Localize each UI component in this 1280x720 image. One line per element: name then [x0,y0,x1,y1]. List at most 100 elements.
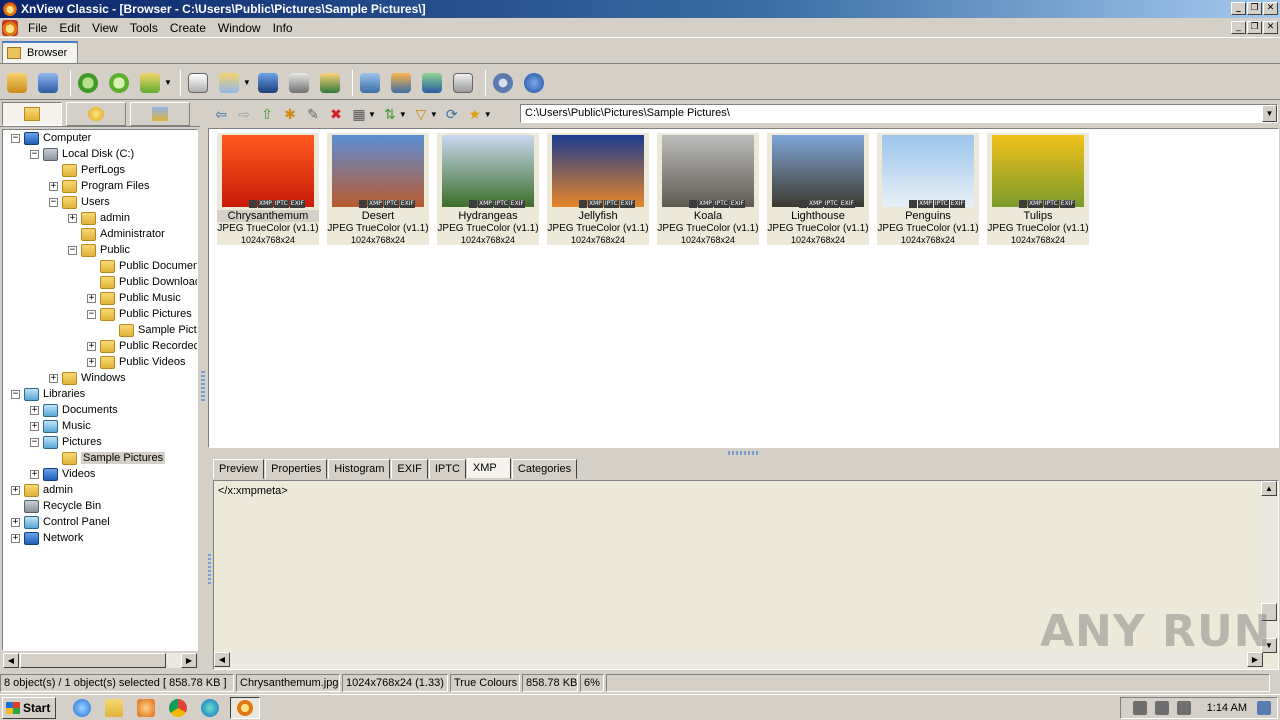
thumbnail-item[interactable]: XMP IPTC EXIF Hydrangeas JPEG TrueColor (v1.… [437,133,539,245]
tab-preview[interactable]: Preview [213,459,265,479]
tab-histogram[interactable]: Histogram [328,459,391,479]
tree-node[interactable]: + Public Recorded TV [87,338,197,354]
tree-node[interactable]: − Computer [11,130,91,146]
thumbnail-view[interactable]: XMP IPTC EXIF Chrysanthemum JPEG TrueColor (… [208,128,1279,448]
fullscreen-button[interactable] [35,70,61,96]
tree-node[interactable]: + admin [11,482,73,498]
collapse-icon[interactable]: − [11,133,20,143]
delete-button[interactable]: ✖ [326,104,346,124]
tab-categories[interactable] [130,102,190,126]
tree-node[interactable]: + Documents [30,402,118,418]
expand-icon[interactable]: + [87,293,96,303]
expand-icon[interactable]: + [68,213,77,223]
collapse-icon[interactable]: − [87,309,96,319]
tree-node[interactable]: + Control Panel [11,514,110,530]
refresh-button[interactable] [75,70,101,96]
network-tray-icon[interactable] [1154,701,1169,715]
expand-icon[interactable]: + [87,357,96,367]
tree-node[interactable]: Administrator [68,226,165,242]
menu-file[interactable]: File [22,21,53,35]
collapse-icon[interactable]: − [30,149,39,159]
collapse-icon[interactable]: − [11,389,20,399]
expand-icon[interactable]: + [11,517,20,527]
doc-close-button[interactable]: ✕ [1263,21,1278,34]
about-button[interactable] [521,70,547,96]
expand-icon[interactable]: + [49,373,58,383]
tab-exif[interactable]: EXIF [391,459,428,479]
edge-quicklaunch[interactable] [198,697,222,719]
tree-node[interactable]: − Libraries [11,386,85,402]
thumbnail-item[interactable]: XMP IPTC EXIF Chrysanthemum JPEG TrueColor (… [217,133,319,245]
expand-icon[interactable]: + [30,405,39,415]
splitter-grip[interactable] [728,451,758,455]
scroll-right-button[interactable]: ▶ [181,653,197,668]
thumbnail-item[interactable]: XMP IPTC EXIF Jellyfish JPEG TrueColor (v1.1… [547,133,649,245]
thumbnail-image[interactable] [992,135,1084,207]
tree-node[interactable]: − Pictures [30,434,102,450]
volume-icon[interactable] [1132,701,1147,715]
menu-edit[interactable]: Edit [53,21,86,35]
copy-to-button[interactable] [216,70,242,96]
calculator-button[interactable] [450,70,476,96]
menu-tools[interactable]: Tools [124,21,164,35]
view-mode-button[interactable]: ▦ [349,104,369,124]
splitter-grip[interactable] [201,371,205,401]
doc-minimize-button[interactable]: _ [1231,21,1246,34]
parent-folder-button[interactable]: ⇧ [257,104,277,124]
tab-favorites[interactable] [66,102,126,126]
tree-node[interactable]: Public Downloads [87,274,197,290]
find-button[interactable] [255,70,281,96]
slideshow-button[interactable] [317,70,343,96]
scroll-left-button[interactable]: ◀ [3,653,19,668]
tree-node[interactable]: Recycle Bin [11,498,101,514]
expand-icon[interactable]: + [30,421,39,431]
tab-folders[interactable] [2,102,62,126]
filter-button[interactable]: ▽ [411,104,431,124]
tab-categories[interactable]: Categories [511,459,578,479]
tree-node[interactable]: + Public Music [87,290,181,306]
desktop-button[interactable] [388,70,414,96]
tree-node[interactable]: + Network [11,530,83,546]
document-menu-icon[interactable] [2,19,18,36]
tree-node[interactable]: PerfLogs [49,162,125,178]
info-splitter[interactable] [207,459,212,669]
thumbnail-item[interactable]: XMP IPTC EXIF Koala JPEG TrueColor (v1.1) 102… [657,133,759,245]
tree-node[interactable]: + Music [30,418,91,434]
forward-button[interactable]: ⇨ [234,104,254,124]
chrome-quicklaunch[interactable] [166,697,190,719]
new-folder-button[interactable]: ✱ [280,104,300,124]
tab-iptc[interactable]: IPTC [428,459,466,479]
menu-info[interactable]: Info [267,21,299,35]
filter-dropdown-icon[interactable]: ▼ [430,110,438,119]
collapse-icon[interactable]: − [49,197,58,207]
tree-node[interactable]: − Local Disk (C:) [30,146,134,162]
favorites-dropdown-icon[interactable]: ▼ [484,110,492,119]
tree-node[interactable]: Sample Pictures [49,450,166,466]
path-field[interactable]: C:\Users\Public\Pictures\Sample Pictures… [520,104,1278,123]
rename-button[interactable]: ✎ [303,104,323,124]
restore-button[interactable]: ❐ [1247,2,1262,15]
thumbnail-image[interactable] [222,135,314,207]
copy-to-dropdown-icon[interactable]: ▼ [243,78,251,87]
doc-restore-button[interactable]: ❐ [1247,21,1262,34]
expand-icon[interactable]: + [11,485,20,495]
move-to-button[interactable] [137,70,163,96]
expand-icon[interactable]: + [87,341,96,351]
menu-create[interactable]: Create [164,21,212,35]
scroll-up-button[interactable]: ▲ [1261,481,1277,496]
start-button[interactable]: Start [2,696,56,719]
open-browser-button[interactable] [4,70,30,96]
folder-tree[interactable]: − Computer − Local Disk (C:) PerfLogs + Progra… [2,129,198,651]
expand-icon[interactable]: + [49,181,58,191]
thumbnail-image[interactable] [772,135,864,207]
tree-node[interactable]: + Public Videos [87,354,185,370]
explorer-quicklaunch[interactable] [102,697,126,719]
menu-window[interactable]: Window [212,21,267,35]
thumbnail-item[interactable]: XMP IPTC EXIF Tulips JPEG TrueColor (v1.1) 10… [987,133,1089,245]
horizontal-splitter[interactable] [208,449,1279,457]
expand-icon[interactable]: + [30,469,39,479]
move-to-dropdown-icon[interactable]: ▼ [164,78,172,87]
thumbnail-item[interactable]: XMP IPTC EXIF Lighthouse JPEG TrueColor (v1.… [767,133,869,245]
scroll-left-button[interactable]: ◀ [214,652,230,667]
thumbnail-image[interactable] [552,135,644,207]
